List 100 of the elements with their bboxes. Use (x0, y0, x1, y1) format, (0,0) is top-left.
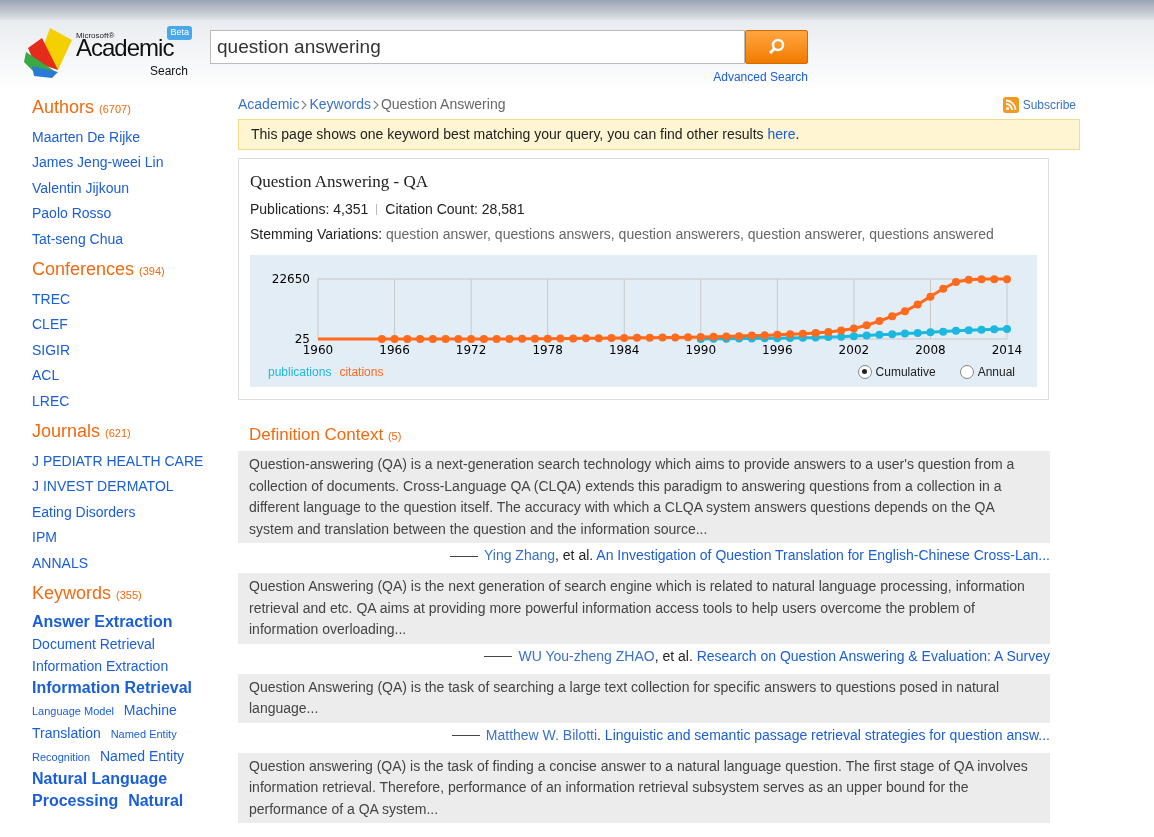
section-count: (621) (105, 427, 131, 440)
point (492, 334, 501, 343)
definition-text: Question Answering (QA) is the task of searching a large text collection for specific answers to questions posed in natural language... (238, 673, 1050, 723)
breadcrumb-link[interactable]: Keywords (309, 96, 371, 112)
sidebar-link[interactable]: Paolo Rosso (32, 201, 205, 227)
keyword-link[interactable]: Translation (32, 725, 101, 742)
keyword-link[interactable]: Information Retrieval (32, 679, 193, 697)
paper-link[interactable]: Research on Question Answering & Evaluation: A Survey (696, 647, 1050, 664)
subscribe-link[interactable]: Subscribe (1002, 95, 1076, 114)
point (837, 326, 846, 335)
section-heading: Definition Context (249, 424, 384, 444)
keyword-link[interactable]: Document Retrieval (32, 636, 155, 653)
point (964, 275, 973, 284)
author-suffix: . (597, 726, 601, 743)
definition-text: Question answering (QA) is the task of finding a concise answer to a natural language question. The first stage of QA involves information retrieval. Therefore, performance of an information retrieval subsystem serves as an upper bound for the performance of a QA system... (238, 752, 1050, 823)
keyword-link[interactable]: Recognition (32, 751, 91, 764)
point (900, 306, 909, 315)
x-tick-label: 1972 (455, 342, 487, 357)
sidebar-link[interactable]: Eating Disorders (32, 499, 205, 526)
keyword-link[interactable]: Information Extraction (32, 658, 169, 675)
sidebar-link[interactable]: J PEDIATR HEALTH CARE (32, 449, 205, 475)
point (658, 332, 667, 341)
notice-message: This page shows one keyword best matching your query, you can find other results here. (238, 119, 1080, 150)
mode-radio[interactable]: Cumulative (857, 362, 936, 381)
section-count: (5) (387, 429, 402, 442)
point (556, 334, 565, 343)
sidebar-link[interactable]: Tat-seng Chua (32, 226, 205, 253)
point (632, 333, 641, 342)
point (849, 323, 858, 332)
author-link[interactable]: Ying Zhang (483, 547, 556, 563)
x-tick-label: 1984 (608, 342, 640, 357)
point (684, 332, 693, 341)
keyword-link[interactable]: Natural (128, 792, 184, 810)
here-link[interactable]: here (767, 126, 796, 142)
point (569, 334, 578, 343)
sidebar-link[interactable]: Valentin Jijkoun (32, 175, 205, 202)
chevron-icon (301, 100, 308, 111)
keyword-title: Question Answering - QA (250, 171, 429, 193)
point (798, 329, 807, 338)
point (862, 331, 871, 340)
citation-count: Citation Count: 28,581 (385, 199, 525, 219)
paper-link[interactable]: An Investigation of Question Translation for English-Chinese Cross-Lan... (596, 547, 1050, 563)
brand-text: Microsoft® (76, 30, 115, 40)
sidebar-link[interactable]: SIGIR (32, 337, 205, 364)
sidebar-link[interactable]: IPM (32, 525, 205, 551)
search-field[interactable]: question answering (210, 30, 745, 64)
point (543, 334, 552, 343)
rss-icon (1002, 96, 1019, 113)
point (875, 316, 884, 325)
sidebar-link[interactable]: TREC (32, 287, 205, 313)
point (888, 311, 897, 320)
keyword-link[interactable]: Named Entity (100, 748, 185, 765)
point (479, 334, 488, 343)
sidebar-link[interactable]: ACL (32, 363, 205, 389)
author-suffix: , et al. (555, 547, 594, 563)
keyword-link[interactable]: Named Entity (110, 728, 177, 741)
point (849, 331, 858, 340)
point (403, 334, 412, 343)
point (875, 330, 884, 339)
point (786, 329, 795, 338)
chevron-icon (372, 100, 379, 111)
x-tick-label: 1966 (379, 342, 410, 357)
sidebar-link[interactable]: Maarten De Rijke (32, 125, 205, 151)
keyword-link[interactable]: Natural Language (32, 770, 168, 788)
point (645, 333, 654, 342)
sidebar-link[interactable]: CLEF (32, 312, 205, 338)
keyword-link[interactable]: Answer Extraction (32, 613, 173, 631)
y-tick-label: 22650 (271, 271, 310, 286)
point (824, 327, 833, 336)
sidebar-link[interactable]: ANNALS (32, 550, 205, 577)
section-heading: Keywords (32, 583, 112, 604)
point (990, 324, 999, 333)
definition-text: Question Answering (QA) is the next generation of search engine which is related to natural language processing, information retrieval and etc. QA aims at providing more powerful information access tools to help users overcome the problem of information overloading... (238, 573, 1050, 644)
point (1003, 274, 1011, 283)
advanced-search-link[interactable]: Advanced Search (713, 68, 808, 86)
keyword-link[interactable]: Machine (123, 702, 177, 719)
point (441, 334, 450, 343)
search-button[interactable] (745, 30, 808, 64)
breadcrumb-link[interactable]: Academic (238, 96, 300, 112)
x-tick-label: 2014 (991, 342, 1023, 357)
keyword-link[interactable]: Language Model (32, 705, 114, 718)
point (1003, 324, 1011, 333)
point (581, 333, 590, 342)
keyword-link[interactable]: Processing (32, 792, 119, 810)
sidebar-link[interactable]: LREC (32, 388, 205, 415)
sidebar-link[interactable]: J INVEST DERMATOL (32, 474, 205, 500)
point (467, 334, 476, 343)
paper-link[interactable]: Linguistic and semantic passage retrieval strategies for question answ... (604, 726, 1050, 743)
mode-radio[interactable]: Annual (959, 362, 1015, 381)
logo-subtitle: Search (149, 63, 188, 80)
x-tick-label: 1990 (685, 342, 717, 357)
point (518, 334, 527, 343)
point (964, 325, 973, 334)
point (811, 328, 820, 337)
point (454, 334, 463, 343)
point (951, 326, 960, 335)
point (913, 300, 922, 309)
author-link[interactable]: WU You-zheng ZHAO (518, 647, 655, 664)
search-icon (767, 38, 786, 56)
sidebar-link[interactable]: James Jeng-weei Lin (32, 150, 205, 176)
